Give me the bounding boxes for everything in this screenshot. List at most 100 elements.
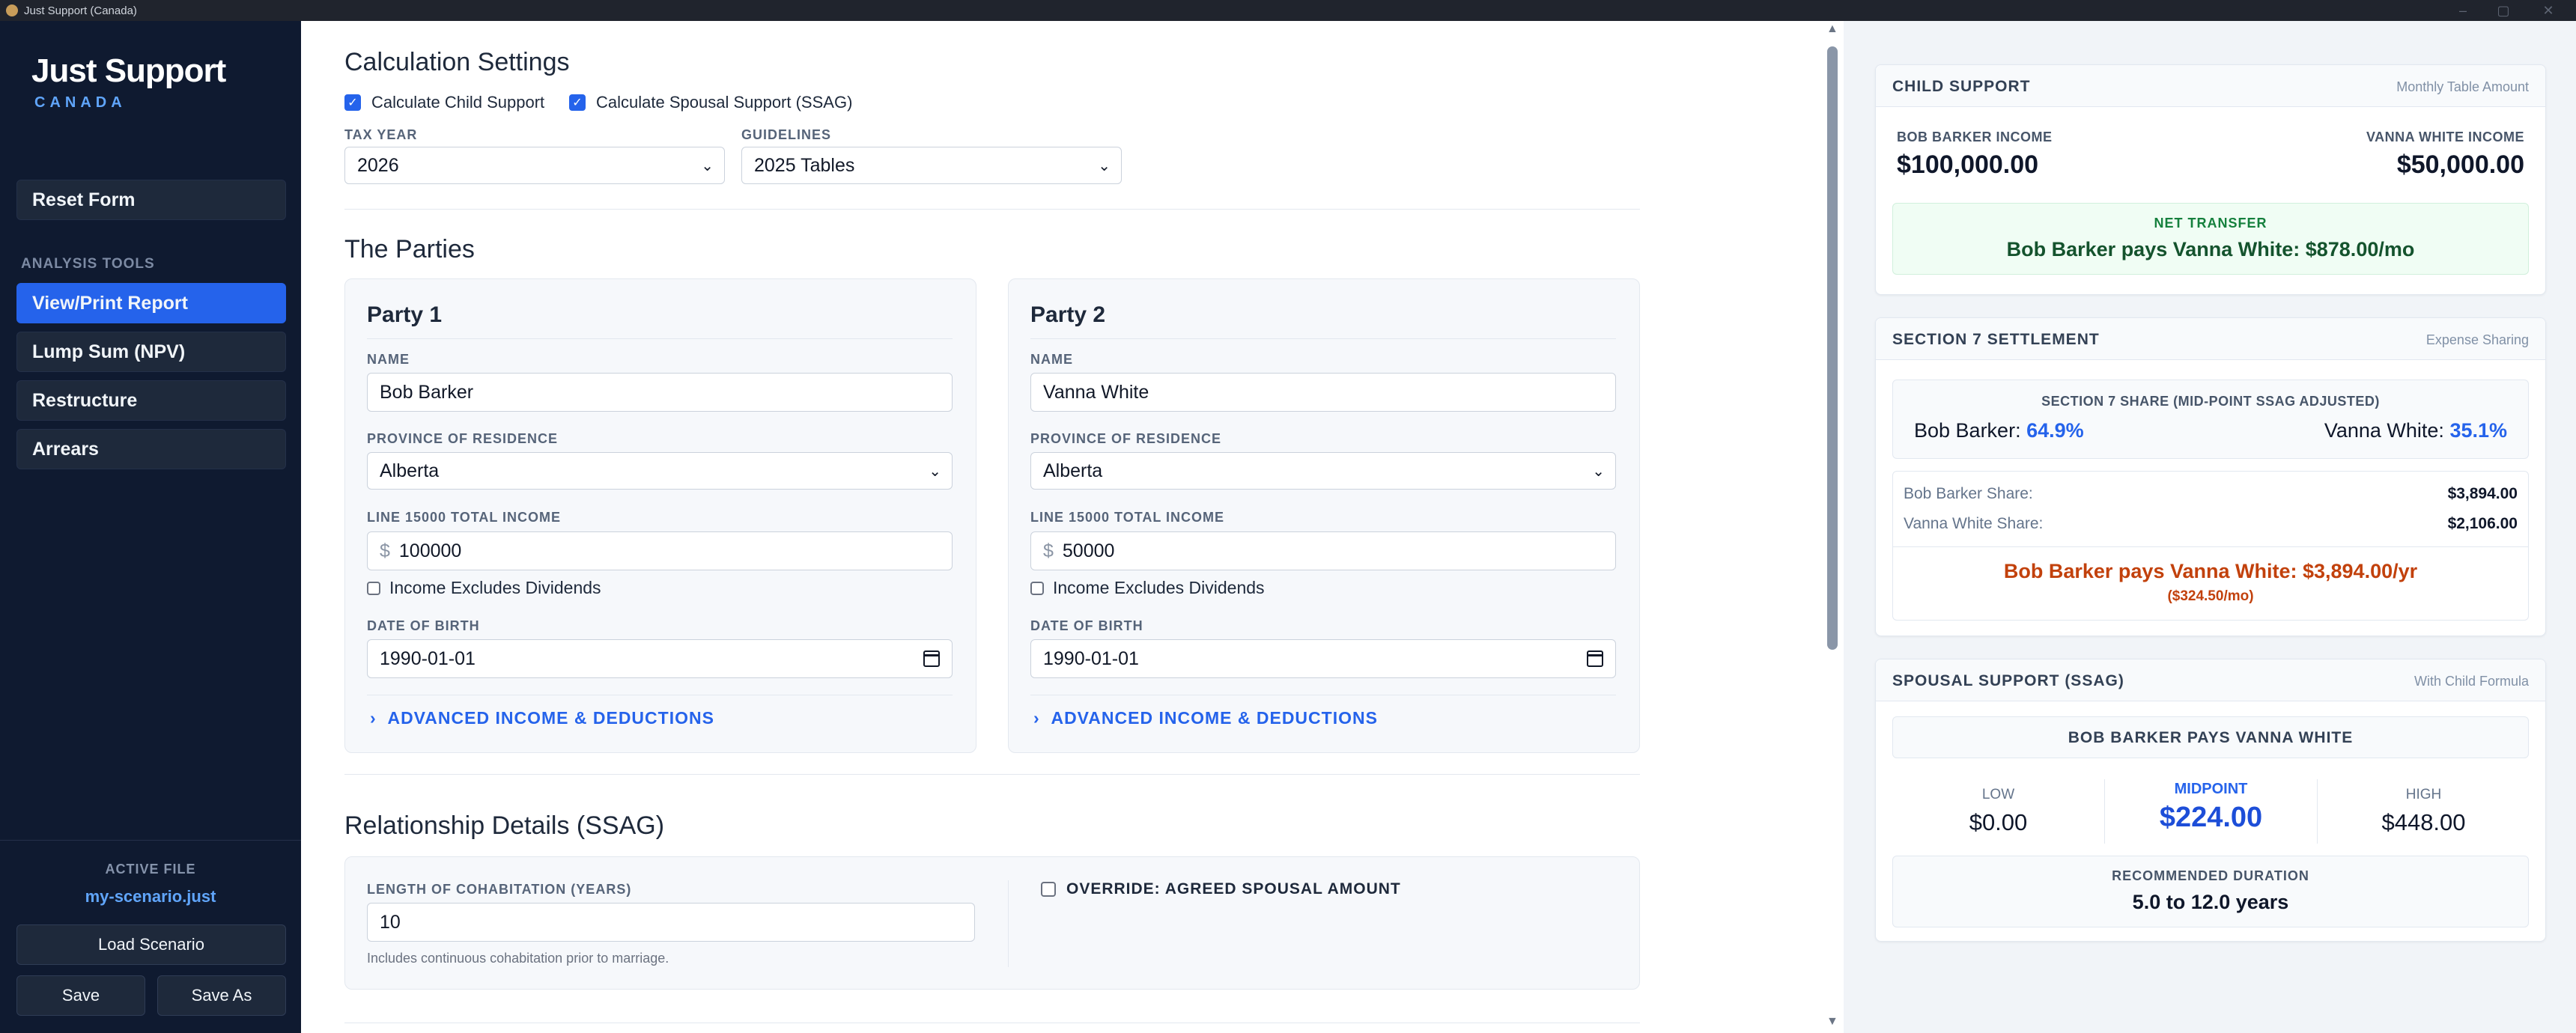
party1-name-value: Bob Barker	[380, 381, 474, 403]
party2-name-label: NAME	[1030, 352, 1073, 367]
save-as-button[interactable]: Save As	[157, 975, 286, 1016]
party2-title: Party 2	[1030, 302, 1106, 327]
chevron-down-icon: ⌄	[701, 158, 714, 174]
spousal-direction: BOB BARKER PAYS VANNA WHITE	[2068, 729, 2354, 746]
close-icon[interactable]: ✕	[2531, 0, 2566, 21]
calendar-icon[interactable]	[1587, 650, 1603, 667]
analysis-tools-heading: ANALYSIS TOOLS	[21, 256, 155, 272]
net-transfer-box: NET TRANSFER Bob Barker pays Vanna White…	[1892, 203, 2529, 275]
scrollbar-thumb[interactable]	[1827, 46, 1838, 650]
reset-form-button[interactable]: Reset Form	[16, 180, 286, 220]
section7-amounts-box: Bob Barker Share: $3,894.00 Vanna White …	[1892, 471, 2529, 621]
tax-year-select[interactable]: 2026 ⌄	[344, 147, 725, 184]
spousal-mid: MIDPOINT $224.00	[2105, 770, 2317, 853]
p2-share-amount: $2,106.00	[2447, 515, 2518, 532]
party2-dividends-checkbox[interactable]	[1030, 581, 1044, 595]
nav-lump-sum[interactable]: Lump Sum (NPV)	[16, 332, 286, 372]
calc-child-checkbox[interactable]: ✓	[344, 94, 361, 111]
party2-dividends-row[interactable]: Income Excludes Dividends	[1030, 578, 1265, 598]
party1-dob-input[interactable]: 1990-01-01	[367, 639, 953, 678]
p1-income-value: $100,000.00	[1897, 150, 2039, 179]
app-icon	[6, 4, 18, 16]
spousal-title: SPOUSAL SUPPORT (SSAG)	[1892, 672, 2124, 689]
divider	[1030, 338, 1616, 339]
save-button[interactable]: Save	[16, 975, 145, 1016]
active-file-label: ACTIVE FILE	[105, 862, 196, 877]
p1-share-pct-row: Bob Barker: 64.9%	[1914, 419, 2084, 442]
party1-dividends-checkbox[interactable]	[367, 581, 380, 595]
high-label: HIGH	[2405, 787, 2442, 802]
low-label: LOW	[1981, 787, 2015, 802]
party2-name-value: Vanna White	[1043, 381, 1149, 403]
cohab-hint: Includes continuous cohabitation prior t…	[367, 951, 669, 966]
party1-name-input[interactable]: Bob Barker	[367, 373, 953, 412]
net-transfer-label: NET TRANSFER	[2154, 216, 2267, 231]
party1-income-value: 100000	[398, 540, 462, 561]
party2-province-select[interactable]: Alberta ⌄	[1030, 452, 1616, 490]
party1-income-input[interactable]: $ 100000	[367, 531, 953, 570]
low-value: $0.00	[1969, 809, 2028, 835]
divider	[344, 774, 1640, 775]
p2-income-value: $50,000.00	[2396, 150, 2524, 179]
party1-dividends-row[interactable]: Income Excludes Dividends	[367, 578, 601, 598]
party1-dob-value: 1990-01-01	[380, 647, 476, 669]
spousal-support-card: SPOUSAL SUPPORT (SSAG) With Child Formul…	[1875, 659, 2546, 942]
calc-spousal-checkbox[interactable]: ✓	[569, 94, 586, 111]
party2-name-input[interactable]: Vanna White	[1030, 373, 1616, 412]
duration-value: 5.0 to 12.0 years	[2132, 891, 2289, 913]
party2-dob-input[interactable]: 1990-01-01	[1030, 639, 1616, 678]
currency-prefix: $	[380, 540, 390, 561]
guidelines-label: GUIDELINES	[741, 127, 832, 142]
cohab-input[interactable]: 10	[367, 903, 975, 942]
calc-spousal-checkbox-row[interactable]: ✓ Calculate Spousal Support (SSAG)	[569, 93, 852, 112]
maximize-icon[interactable]: ▢	[2486, 0, 2521, 21]
scroll-down-icon[interactable]: ▼	[1826, 1015, 1838, 1029]
child-support-title: CHILD SUPPORT	[1892, 78, 2031, 95]
p1-income-label: BOB BARKER INCOME	[1897, 129, 2053, 144]
p2-share-pct: 35.1%	[2449, 419, 2507, 442]
p1-share-label: Bob Barker Share:	[1904, 485, 2033, 502]
calc-settings-title: Calculation Settings	[344, 48, 570, 76]
nav-restructure[interactable]: Restructure	[16, 380, 286, 421]
party2-advanced-label: ADVANCED INCOME & DEDUCTIONS	[1051, 708, 1378, 728]
party1-name-label: NAME	[367, 352, 410, 367]
spousal-low: LOW $0.00	[1892, 770, 2104, 853]
chevron-down-icon: ⌄	[1098, 158, 1111, 174]
net-transfer-text: Bob Barker pays Vanna White: $878.00/mo	[2006, 238, 2415, 260]
parties-title: The Parties	[344, 235, 475, 263]
override-row[interactable]: OVERRIDE: AGREED SPOUSAL AMOUNT	[1041, 880, 1401, 898]
minimize-icon[interactable]: –	[2446, 0, 2480, 21]
guidelines-select[interactable]: 2025 Tables ⌄	[741, 147, 1122, 184]
scroll-up-icon[interactable]: ▲	[1826, 22, 1838, 36]
window-titlebar: Just Support (Canada) – ▢ ✕	[0, 0, 2576, 21]
p1-share-pct: 64.9%	[2026, 419, 2084, 442]
spousal-high: HIGH $448.00	[2318, 770, 2530, 853]
mid-label: MIDPOINT	[2174, 781, 2248, 797]
currency-prefix: $	[1043, 540, 1054, 561]
calc-child-checkbox-row[interactable]: ✓ Calculate Child Support	[344, 93, 544, 112]
party1-advanced-toggle[interactable]: › ADVANCED INCOME & DEDUCTIONS	[370, 708, 714, 728]
divider	[1008, 880, 1009, 967]
guidelines-value: 2025 Tables	[754, 154, 855, 176]
sidebar: Just Support CANADA Reset Form ANALYSIS …	[0, 21, 301, 1033]
child-support-card: CHILD SUPPORT Monthly Table Amount BOB B…	[1875, 64, 2546, 295]
override-checkbox[interactable]	[1041, 882, 1056, 897]
brand-subtitle: CANADA	[34, 94, 127, 111]
section7-title: SECTION 7 SETTLEMENT	[1892, 331, 2100, 348]
brand: Just Support CANADA	[31, 52, 226, 112]
mid-value: $224.00	[2159, 802, 2263, 833]
override-label: OVERRIDE: AGREED SPOUSAL AMOUNT	[1066, 880, 1401, 898]
party2-income-input[interactable]: $ 50000	[1030, 531, 1616, 570]
section7-share-box: SECTION 7 SHARE (MID-POINT SSAG ADJUSTED…	[1892, 380, 2529, 459]
nav-view-print-report[interactable]: View/Print Report	[16, 283, 286, 323]
load-scenario-button[interactable]: Load Scenario	[16, 924, 286, 965]
section7-card: SECTION 7 SETTLEMENT Expense Sharing SEC…	[1875, 317, 2546, 636]
party2-advanced-toggle[interactable]: › ADVANCED INCOME & DEDUCTIONS	[1033, 708, 1378, 728]
nav-arrears[interactable]: Arrears	[16, 429, 286, 469]
chevron-right-icon: ›	[370, 708, 388, 728]
party1-province-select[interactable]: Alberta ⌄	[367, 452, 953, 490]
party2-dob-value: 1990-01-01	[1043, 647, 1139, 669]
party2-province-value: Alberta	[1043, 460, 1103, 481]
chevron-down-icon: ⌄	[929, 463, 941, 480]
calendar-icon[interactable]	[923, 650, 940, 667]
